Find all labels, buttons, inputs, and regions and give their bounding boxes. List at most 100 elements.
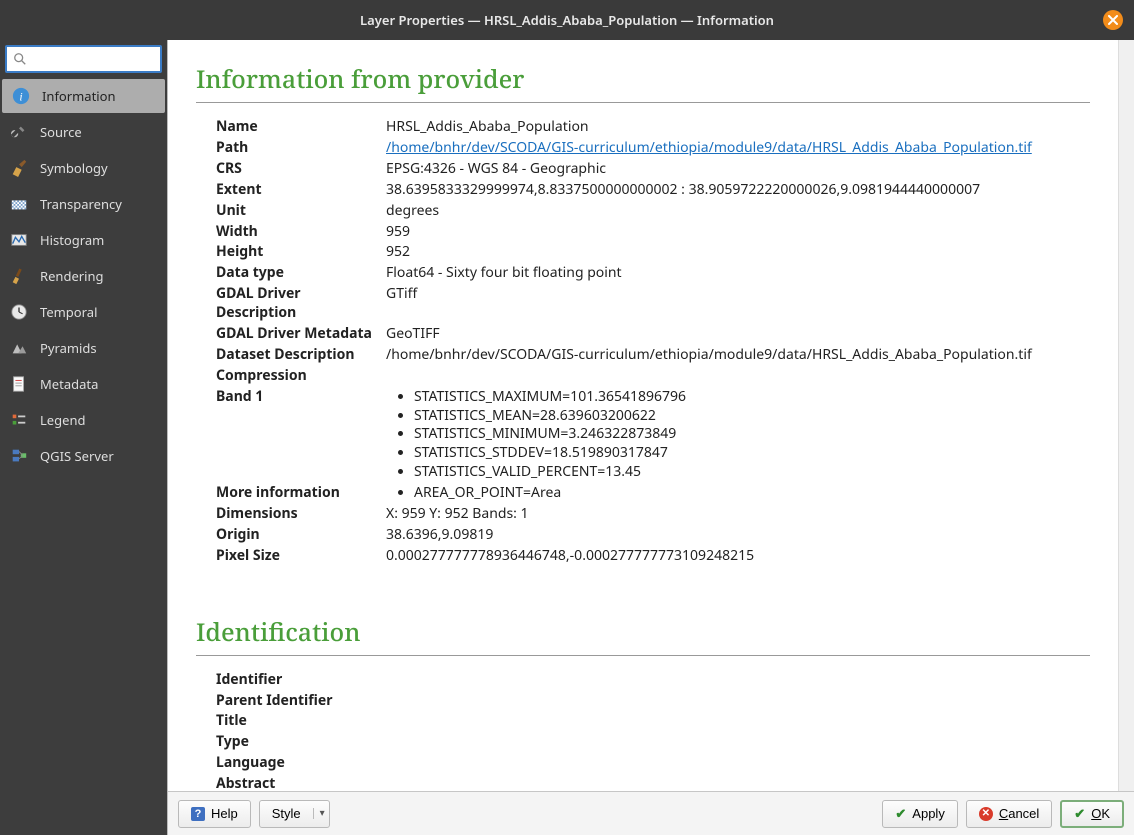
close-button[interactable] <box>1103 10 1123 30</box>
window-title: Layer Properties — HRSL_Addis_Ababa_Popu… <box>360 11 774 29</box>
legend-icon <box>8 409 30 431</box>
value-unit: degrees <box>386 201 1110 222</box>
band1-stat: STATISTICS_MINIMUM=3.246322873849 <box>414 425 1104 444</box>
value-gdal-driver-meta: GeoTIFF <box>386 324 1110 345</box>
divider <box>196 102 1090 103</box>
error-icon: ✕ <box>979 807 993 821</box>
label-datatype: Data type <box>216 263 386 284</box>
label-identifier: Identifier <box>216 670 386 691</box>
help-button-label: Help <box>211 806 238 821</box>
label-dimensions: Dimensions <box>216 504 386 525</box>
value-datatype: Float64 - Sixty four bit floating point <box>386 263 1110 284</box>
sidebar-item-label: Source <box>40 123 82 141</box>
sidebar-item-symbology[interactable]: Symbology <box>0 150 167 186</box>
search-box[interactable] <box>5 45 162 73</box>
label-crs: CRS <box>216 159 386 180</box>
cancel-button[interactable]: ✕ Cancel <box>966 800 1052 828</box>
sidebar-item-label: QGIS Server <box>40 447 114 465</box>
label-height: Height <box>216 242 386 263</box>
ok-button[interactable]: ✔ OK <box>1060 800 1124 828</box>
value-compression <box>386 366 1110 387</box>
band1-stat: STATISTICS_MEAN=28.639603200622 <box>414 407 1104 426</box>
sidebar-item-source[interactable]: Source <box>0 114 167 150</box>
content-scroll[interactable]: Information from provider NameHRSL_Addis… <box>168 40 1118 791</box>
histogram-icon <box>8 229 30 251</box>
check-icon: ✔ <box>895 806 906 822</box>
sidebar-item-temporal[interactable]: Temporal <box>0 294 167 330</box>
window: Layer Properties — HRSL_Addis_Ababa_Popu… <box>0 0 1134 835</box>
label-band1: Band 1 <box>216 387 386 483</box>
value-crs: EPSG:4326 - WGS 84 - Geographic <box>386 159 1110 180</box>
cancel-button-label: Cancel <box>999 806 1039 821</box>
band1-stat: STATISTICS_MAXIMUM=101.36541896796 <box>414 388 1104 407</box>
sidebar-item-label: Rendering <box>40 267 104 285</box>
paintbrush-icon <box>8 265 30 287</box>
band1-list: STATISTICS_MAXIMUM=101.36541896796 STATI… <box>414 388 1104 482</box>
document-icon <box>8 373 30 395</box>
band1-stat: STATISTICS_VALID_PERCENT=13.45 <box>414 463 1104 482</box>
titlebar: Layer Properties — HRSL_Addis_Ababa_Popu… <box>0 0 1134 40</box>
value-gdal-driver-desc: GTiff <box>386 284 1110 324</box>
ok-button-label: OK <box>1091 806 1110 821</box>
info-icon: i <box>10 85 32 107</box>
label-extent: Extent <box>216 180 386 201</box>
check-icon: ✔ <box>1074 806 1085 822</box>
sidebar-item-label: Information <box>42 87 116 105</box>
band1-stat: STATISTICS_STDDEV=18.519890317847 <box>414 444 1104 463</box>
value-pixel-size: 0.000277777778936446748,-0.0002777777731… <box>386 546 1110 567</box>
pyramids-icon <box>8 337 30 359</box>
label-type: Type <box>216 732 386 753</box>
label-pixel-size: Pixel Size <box>216 546 386 567</box>
label-dataset-desc: Dataset Description <box>216 345 386 366</box>
value-extent: 38.6395833329999974,8.8337500000000002 :… <box>386 180 1110 201</box>
footer: ? Help Style ▾ ✔ Apply ✕ Cancel ✔ <box>168 791 1134 835</box>
value-width: 959 <box>386 222 1110 243</box>
sidebar-item-metadata[interactable]: Metadata <box>0 366 167 402</box>
divider <box>196 655 1090 656</box>
search-input[interactable] <box>31 52 154 67</box>
sidebar-item-rendering[interactable]: Rendering <box>0 258 167 294</box>
label-unit: Unit <box>216 201 386 222</box>
label-more-info: More information <box>216 483 386 504</box>
label-path: Path <box>216 138 386 159</box>
clock-icon <box>8 301 30 323</box>
help-button[interactable]: ? Help <box>178 800 251 828</box>
label-language: Language <box>216 753 386 774</box>
value-path-link[interactable]: /home/bnhr/dev/SCODA/GIS-curriculum/ethi… <box>386 138 1032 157</box>
vertical-scrollbar[interactable] <box>1118 40 1134 791</box>
value-name: HRSL_Addis_Ababa_Population <box>386 117 1110 138</box>
value-title <box>386 711 1110 732</box>
value-band1: STATISTICS_MAXIMUM=101.36541896796 STATI… <box>386 387 1110 483</box>
label-title: Title <box>216 711 386 732</box>
sidebar-item-legend[interactable]: Legend <box>0 402 167 438</box>
server-icon <box>8 445 30 467</box>
sidebar-item-transparency[interactable]: Transparency <box>0 186 167 222</box>
sidebar-item-label: Legend <box>40 411 86 429</box>
sidebar-item-label: Histogram <box>40 231 104 249</box>
moreinfo-list: AREA_OR_POINT=Area <box>414 484 1104 503</box>
label-gdal-driver-desc: GDAL Driver Description <box>216 284 386 324</box>
value-dataset-desc: /home/bnhr/dev/SCODA/GIS-curriculum/ethi… <box>386 345 1110 366</box>
apply-button[interactable]: ✔ Apply <box>882 800 957 828</box>
value-origin: 38.6396,9.09819 <box>386 525 1110 546</box>
sidebar-item-histogram[interactable]: Histogram <box>0 222 167 258</box>
label-width: Width <box>216 222 386 243</box>
nav-list: i Information Source Symbology Transpare… <box>0 78 167 835</box>
moreinfo-item: AREA_OR_POINT=Area <box>414 484 1104 503</box>
search-icon <box>13 52 27 66</box>
sidebar: i Information Source Symbology Transpare… <box>0 40 167 835</box>
sidebar-item-label: Pyramids <box>40 339 97 357</box>
label-abstract: Abstract <box>216 774 386 791</box>
identification-table: Identifier Parent Identifier Title Type … <box>216 670 1110 791</box>
value-identifier <box>386 670 1110 691</box>
style-button[interactable]: Style ▾ <box>259 800 330 828</box>
label-gdal-driver-meta: GDAL Driver Metadata <box>216 324 386 345</box>
label-name: Name <box>216 117 386 138</box>
sidebar-item-information[interactable]: i Information <box>2 79 165 113</box>
sidebar-item-label: Temporal <box>40 303 97 321</box>
value-dimensions: X: 959 Y: 952 Bands: 1 <box>386 504 1110 525</box>
sidebar-item-qgisserver[interactable]: QGIS Server <box>0 438 167 474</box>
value-type <box>386 732 1110 753</box>
sidebar-item-pyramids[interactable]: Pyramids <box>0 330 167 366</box>
label-origin: Origin <box>216 525 386 546</box>
